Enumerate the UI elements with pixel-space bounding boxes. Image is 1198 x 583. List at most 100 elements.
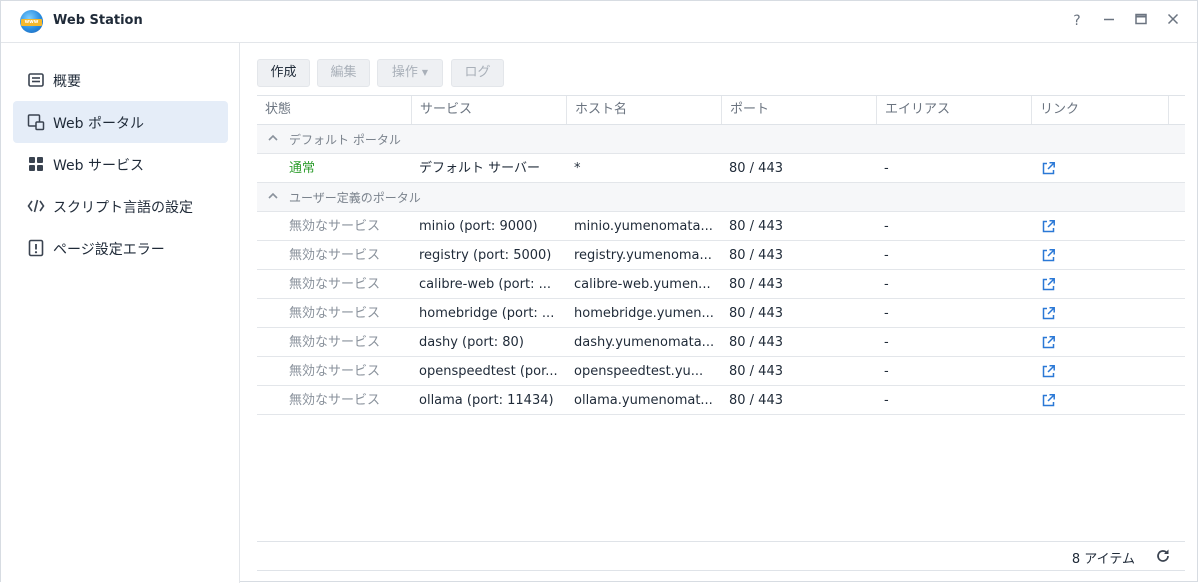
hostname-cell: openspeedtest.yu... — [574, 364, 704, 379]
external-link-icon — [1042, 307, 1055, 320]
sidebar-item-overview[interactable]: 概要 — [13, 59, 228, 101]
alias-cell: - — [884, 306, 889, 321]
overview-icon — [28, 73, 44, 87]
window-title: Web Station — [53, 13, 143, 28]
chevron-up-icon[interactable] — [267, 132, 279, 144]
service-cell: ollama (port: 11434) — [419, 393, 554, 408]
group-row[interactable]: ユーザー定義のポータル — [257, 183, 1185, 212]
table-row[interactable]: 無効なサービス dashy (port: 80) dashy.yumenomata.… — [257, 328, 1185, 357]
status-cell: 無効なサービス — [289, 393, 381, 408]
alert-icon — [28, 239, 44, 257]
web-station-logo-icon: www — [20, 10, 43, 33]
sidebar-item-label: 概要 — [53, 74, 81, 90]
service-cell: openspeedtest (por... — [419, 364, 558, 379]
alias-cell: - — [884, 364, 889, 379]
table-row[interactable]: 無効なサービス openspeedtest (por... openspeedtes… — [257, 357, 1185, 386]
sidebar-item-label: Web ポータル — [53, 116, 144, 132]
link-cell[interactable] — [1039, 386, 1079, 415]
status-cell: 無効なサービス — [289, 306, 381, 321]
alias-cell: - — [884, 335, 889, 350]
column-header-status[interactable]: 状態 — [257, 96, 412, 124]
table-row[interactable]: 無効なサービス ollama (port: 11434) ollama.yumeno… — [257, 386, 1185, 415]
web-station-window: www Web Station ? 概要 Web ポータル Web サービス ス… — [0, 0, 1198, 583]
hostname-cell: minio.yumenomata... — [574, 219, 713, 234]
link-cell[interactable] — [1039, 328, 1079, 357]
port-cell: 80 / 443 — [729, 393, 783, 408]
table-row[interactable]: 無効なサービス minio (port: 9000) minio.yumenomat… — [257, 212, 1185, 241]
help-button[interactable]: ? — [1067, 11, 1087, 31]
refresh-icon[interactable] — [1155, 548, 1171, 564]
maximize-icon — [1135, 13, 1147, 25]
link-cell[interactable] — [1039, 299, 1079, 328]
sidebar-item-script-language[interactable]: スクリプト言語の設定 — [13, 185, 228, 227]
link-cell[interactable] — [1039, 154, 1079, 183]
column-header-port[interactable]: ポート — [722, 96, 877, 124]
external-link-icon — [1042, 162, 1055, 175]
caret-down-icon: ▼ — [421, 68, 429, 77]
table-row[interactable]: 無効なサービス homebridge (port: ... homebridge.y… — [257, 299, 1185, 328]
external-link-icon — [1042, 278, 1055, 291]
group-label: ユーザー定義のポータル — [289, 191, 421, 205]
service-cell: dashy (port: 80) — [419, 335, 524, 350]
group-row[interactable]: デフォルト ポータル — [257, 125, 1185, 154]
link-cell[interactable] — [1039, 212, 1079, 241]
close-button[interactable] — [1163, 11, 1183, 31]
external-link-icon — [1042, 336, 1055, 349]
external-link-icon — [1042, 365, 1055, 378]
port-cell: 80 / 443 — [729, 248, 783, 263]
sidebar-item-label: Web サービス — [53, 158, 144, 174]
service-cell: minio (port: 9000) — [419, 219, 538, 234]
column-header-hostname[interactable]: ホスト名 — [567, 96, 722, 124]
status-cell: 無効なサービス — [289, 335, 381, 350]
table-row[interactable]: 無効なサービス registry (port: 5000) registry.yum… — [257, 241, 1185, 270]
status-cell: 通常 — [289, 161, 316, 176]
port-cell: 80 / 443 — [729, 335, 783, 350]
status-cell: 無効なサービス — [289, 364, 381, 379]
external-link-icon — [1042, 220, 1055, 233]
minimize-icon — [1104, 18, 1114, 21]
portal-table: 状態 サービス ホスト名 ポート エイリアス リンク デフォルト ポータル 通常 デ… — [257, 95, 1185, 571]
edit-button[interactable]: 編集 — [317, 59, 370, 87]
table-row[interactable]: 無効なサービス calibre-web (port: ... calibre-web… — [257, 270, 1185, 299]
link-cell[interactable] — [1039, 270, 1079, 299]
sidebar-item-web-portal[interactable]: Web ポータル — [13, 101, 228, 143]
service-cell: calibre-web (port: ... — [419, 277, 551, 292]
port-cell: 80 / 443 — [729, 306, 783, 321]
item-count: 8 アイテム — [1071, 552, 1135, 567]
port-cell: 80 / 443 — [729, 364, 783, 379]
column-header-link[interactable]: リンク — [1032, 96, 1169, 124]
sidebar: 概要 Web ポータル Web サービス スクリプト言語の設定 ページ設定エラー — [1, 43, 240, 583]
close-icon — [1167, 13, 1179, 25]
table-footer: 8 アイテム — [257, 541, 1185, 571]
port-cell: 80 / 443 — [729, 219, 783, 234]
logo-text: www — [21, 19, 42, 26]
group-label: デフォルト ポータル — [289, 133, 401, 147]
status-cell: 無効なサービス — [289, 219, 381, 234]
sidebar-item-web-service[interactable]: Web サービス — [13, 143, 228, 185]
hostname-cell: ollama.yumenomat... — [574, 393, 713, 408]
port-cell: 80 / 443 — [729, 161, 783, 176]
status-cell: 無効なサービス — [289, 248, 381, 263]
hostname-cell: homebridge.yumen... — [574, 306, 714, 321]
maximize-button[interactable] — [1131, 11, 1151, 31]
service-cell: registry (port: 5000) — [419, 248, 552, 263]
sidebar-item-page-errors[interactable]: ページ設定エラー — [13, 227, 228, 269]
hostname-cell: registry.yumenoma... — [574, 248, 712, 263]
external-link-icon — [1042, 249, 1055, 262]
hostname-cell: dashy.yumenomata... — [574, 335, 715, 350]
link-cell[interactable] — [1039, 357, 1079, 386]
hostname-cell: calibre-web.yumen... — [574, 277, 711, 292]
alias-cell: - — [884, 277, 889, 292]
column-header-alias[interactable]: エイリアス — [877, 96, 1032, 124]
status-cell: 無効なサービス — [289, 277, 381, 292]
log-button[interactable]: ログ — [451, 59, 504, 87]
create-button[interactable]: 作成 — [257, 59, 310, 87]
hostname-cell: * — [574, 161, 581, 176]
link-cell[interactable] — [1039, 241, 1079, 270]
table-row[interactable]: 通常 デフォルト サーバー * 80 / 443 - — [257, 154, 1185, 183]
chevron-up-icon[interactable] — [267, 190, 279, 202]
minimize-button[interactable] — [1099, 11, 1119, 31]
alias-cell: - — [884, 393, 889, 408]
column-header-service[interactable]: サービス — [412, 96, 567, 124]
action-dropdown-button[interactable]: 操作 ▼ — [377, 59, 443, 87]
